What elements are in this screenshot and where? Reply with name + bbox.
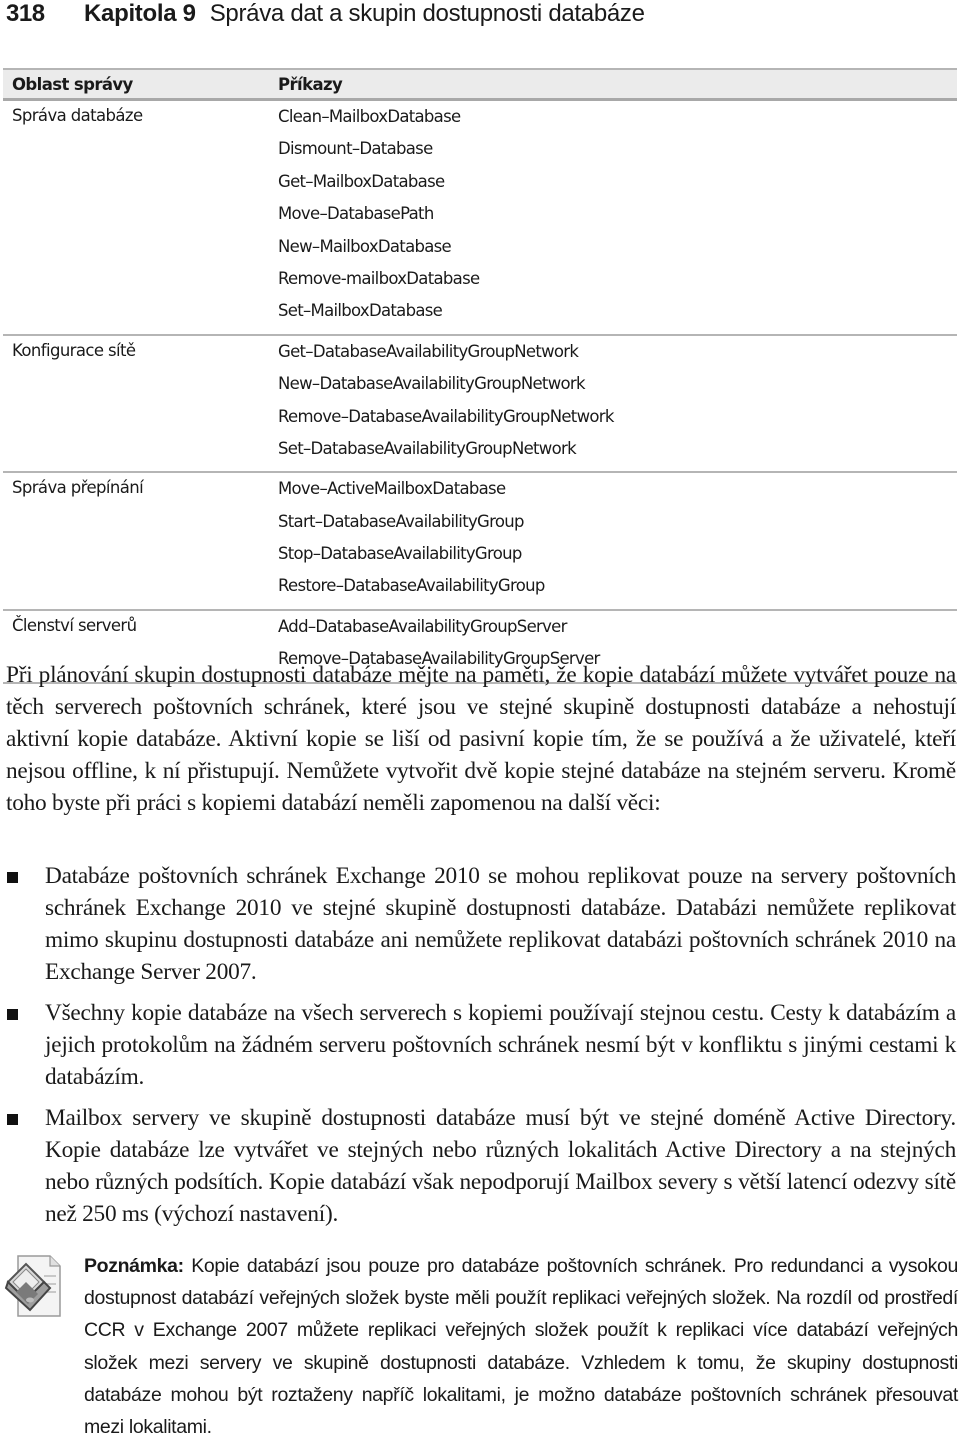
note-laptop-icon — [4, 1255, 61, 1317]
table-group-switchover: Správa přepínání Move–ActiveMailboxDatab… — [3, 473, 957, 611]
bullet-item: Databáze poštovních schránek Exchange 20… — [0, 860, 956, 988]
header-commands: Příkazy — [278, 74, 343, 94]
square-bullet-icon — [7, 1114, 18, 1125]
bullet-text: Všechny kopie databáze na všech serverec… — [45, 1000, 956, 1090]
square-bullet-icon — [7, 1009, 18, 1020]
bullet-item: Všechny kopie databáze na všech serverec… — [0, 997, 956, 1093]
command-item: Dismount–Database — [278, 139, 433, 159]
note-label: Poznámka: — [84, 1255, 184, 1277]
page-number: 318 — [6, 0, 45, 27]
command-item: Move–DatabasePath — [278, 204, 434, 224]
intro-paragraph: Při plánování skupin dostupnosti databáz… — [6, 662, 956, 816]
area-label: Konfigurace sítě — [12, 340, 136, 360]
command-item: Remove-mailboxDatabase — [278, 268, 480, 288]
note-box: Poznámka: Kopie databází jsou pouze pro … — [0, 1250, 958, 1440]
bullet-list: Databáze poštovních schránek Exchange 20… — [0, 860, 956, 1239]
table-header-row: Oblast správy Příkazy — [3, 68, 957, 101]
area-label: Správa přepínání — [12, 478, 144, 498]
chapter-title: Správa dat a skupin dostupnosti databáze — [209, 0, 645, 27]
command-item: Set–MailboxDatabase — [278, 301, 443, 321]
command-item: Clean–MailboxDatabase — [278, 107, 461, 126]
header-area: Oblast správy — [12, 74, 133, 94]
command-list: Move–ActiveMailboxDatabase Start–Databas… — [278, 473, 957, 609]
command-item: New–DatabaseAvailabilityGroupNetwork — [278, 374, 586, 394]
note-text: Poznámka: Kopie databází jsou pouze pro … — [84, 1250, 958, 1443]
bullet-text: Mailbox servery ve skupině dostupnosti d… — [45, 1105, 956, 1227]
command-item: Start–DatabaseAvailabilityGroup — [278, 511, 524, 531]
chapter-label: Kapitola 9 — [84, 0, 196, 27]
table-group-database-management: Správa databáze Clean–MailboxDatabase Di… — [3, 101, 957, 336]
commands-table: Oblast správy Příkazy Správa databáze Cl… — [3, 68, 957, 684]
command-item: Remove–DatabaseAvailabilityGroupNetwork — [278, 406, 614, 426]
bullet-text: Databáze poštovních schránek Exchange 20… — [45, 863, 956, 985]
command-item: Restore–DatabaseAvailabilityGroup — [278, 576, 545, 596]
square-bullet-icon — [7, 872, 18, 883]
running-header: 318 Kapitola 9 Správa dat a skupin dostu… — [6, 0, 645, 30]
command-item: New–MailboxDatabase — [278, 236, 452, 256]
command-list: Get–DatabaseAvailabilityGroupNetwork New… — [278, 336, 957, 472]
command-list: Clean–MailboxDatabase Dismount–Database … — [278, 101, 957, 334]
command-item: Add–DatabaseAvailabilityGroupServer — [278, 616, 567, 636]
note-body: Kopie databází jsou pouze pro databáze p… — [84, 1255, 958, 1439]
command-item: Stop–DatabaseAvailabilityGroup — [278, 544, 522, 564]
table-group-network-config: Konfigurace sítě Get–DatabaseAvailabilit… — [3, 336, 957, 474]
command-item: Get–MailboxDatabase — [278, 171, 445, 191]
command-item: Move–ActiveMailboxDatabase — [278, 479, 506, 499]
command-item: Set–DatabaseAvailabilityGroupNetwork — [278, 438, 577, 458]
command-item: Get–DatabaseAvailabilityGroupNetwork — [278, 341, 579, 361]
bullet-item: Mailbox servery ve skupině dostupnosti d… — [0, 1102, 956, 1230]
area-label: Správa databáze — [12, 106, 143, 125]
